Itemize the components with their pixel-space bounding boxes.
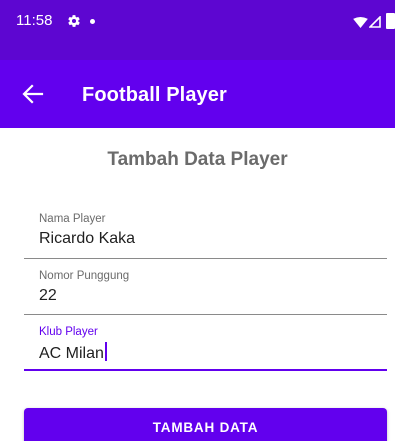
back-button[interactable] xyxy=(22,84,44,104)
gear-icon xyxy=(68,15,80,27)
nomor-punggung-field[interactable]: Nomor Punggung 22 xyxy=(24,259,387,315)
field-label: Nomor Punggung xyxy=(39,270,130,282)
signal-icon xyxy=(369,16,381,28)
klub-player-field[interactable]: Klub Player AC Milan xyxy=(24,315,387,371)
field-value-wrapper: AC Milan xyxy=(39,342,107,363)
arrow-back-icon xyxy=(22,84,44,104)
app-title: Football Player xyxy=(82,84,227,106)
tambah-data-button[interactable]: TAMBAH DATA xyxy=(24,408,387,441)
nama-player-field[interactable]: Nama Player Ricardo Kaka xyxy=(24,203,387,259)
field-value: AC Milan xyxy=(39,345,104,362)
app-bar: Football Player xyxy=(0,60,395,128)
field-value: Ricardo Kaka xyxy=(39,230,136,247)
field-label: Klub Player xyxy=(39,326,98,338)
wifi-icon xyxy=(353,17,368,28)
status-time: 11:58 xyxy=(16,12,53,29)
field-underline xyxy=(24,369,387,371)
notification-dot xyxy=(90,19,95,24)
field-label: Nama Player xyxy=(39,213,106,225)
status-bar: 11:58 xyxy=(0,0,395,60)
battery-icon xyxy=(386,13,395,29)
field-value: 22 xyxy=(39,287,57,304)
form-heading: Tambah Data Player xyxy=(107,149,288,170)
text-caret xyxy=(104,342,107,361)
